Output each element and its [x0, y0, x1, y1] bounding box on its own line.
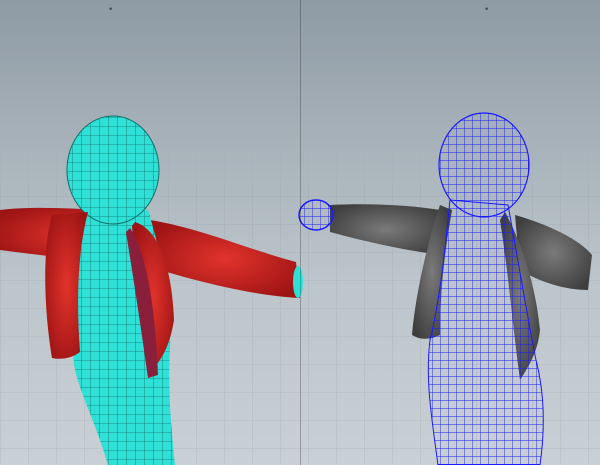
wireframe-hand [298, 199, 334, 231]
wireframe-head [438, 112, 530, 218]
scene-viewport[interactable]: • • [0, 0, 600, 465]
left-hand [293, 266, 303, 298]
viewport-split-divider [300, 0, 301, 465]
